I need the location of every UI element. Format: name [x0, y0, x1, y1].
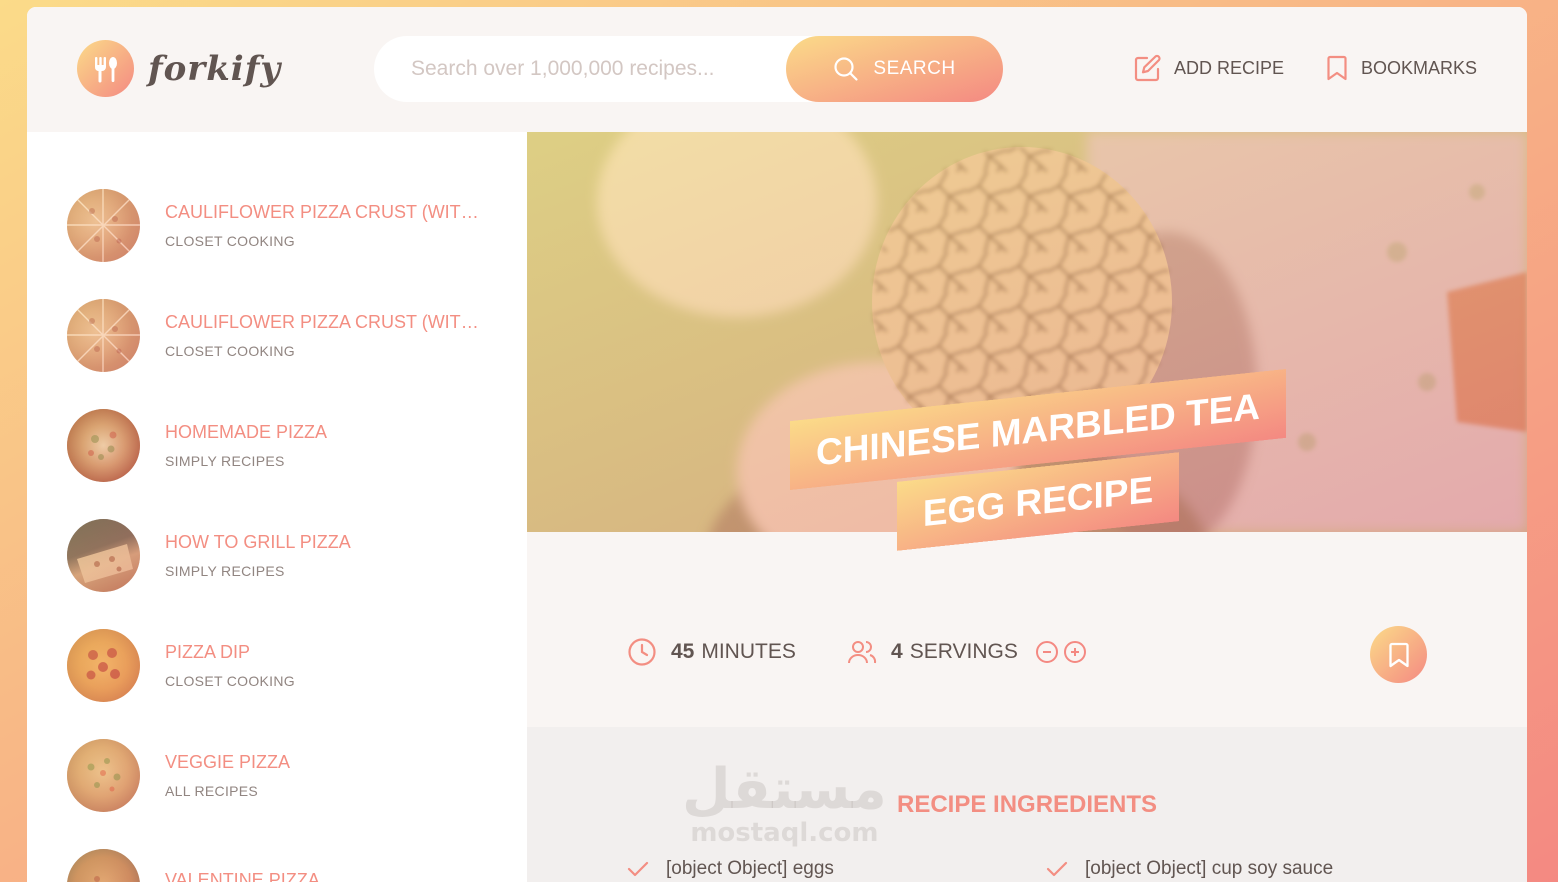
minus-icon [1042, 651, 1051, 653]
edit-icon [1134, 54, 1161, 82]
cooking-time: 45 MINUTES [627, 637, 796, 667]
servings-value: 4 [891, 640, 903, 663]
recipe-thumbnail [67, 738, 140, 812]
add-recipe-button[interactable]: ADD RECIPE [1133, 53, 1284, 83]
check-icon [627, 861, 649, 877]
logo[interactable]: forkify [77, 40, 281, 97]
recipe-thumbnail [67, 188, 140, 262]
result-title: VEGGIE PIZZA [165, 751, 291, 772]
recipe-thumbnail [67, 408, 140, 482]
result-item[interactable]: PIZZA DIP CLOSET COOKING [67, 627, 507, 703]
search-form: SEARCH [374, 36, 1003, 102]
header: forkify SEARCH ADD RECIPE [27, 7, 1527, 132]
bookmark-recipe-button[interactable] [1370, 626, 1427, 683]
result-title: VALENTINE PIZZA [165, 869, 320, 882]
add-recipe-label: ADD RECIPE [1173, 57, 1284, 78]
bookmarks-label: BOOKMARKS [1360, 57, 1477, 78]
bookmark-icon [1388, 642, 1409, 667]
result-publisher: CLOSET COOKING [165, 232, 295, 249]
clock-icon [628, 638, 656, 666]
result-item[interactable]: HOW TO GRILL PIZZA SIMPLY RECIPES [67, 517, 507, 593]
logo-text: forkify [148, 48, 282, 89]
servings: 4 SERVINGS [847, 637, 1086, 667]
search-icon [834, 57, 859, 81]
result-publisher: CLOSET COOKING [165, 672, 295, 689]
plus-icon [1070, 648, 1079, 656]
fork-knife-icon [77, 40, 134, 97]
recipe-view: CHINESE MARBLED TEA EGG RECIPE 45 MINUTE… [527, 132, 1527, 882]
recipe-thumbnail [67, 518, 140, 592]
ingredient-text: [object Object] cup soy sauce [1085, 858, 1334, 879]
recipe-thumbnail [67, 628, 140, 702]
recipe-thumbnail [67, 298, 140, 372]
watermark-logo: مستقل mostaql.com [682, 757, 887, 849]
result-title: CAULIFLOWER PIZZA CRUST (WITH BBQ CHICKE… [165, 201, 485, 222]
ingredient-item: [object Object] eggs [627, 858, 834, 880]
result-title: HOMEMADE PIZZA [165, 421, 328, 442]
result-title: HOW TO GRILL PIZZA [165, 531, 351, 552]
result-item[interactable]: CAULIFLOWER PIZZA CRUST (WITH BBQ CHICKE… [67, 187, 507, 263]
ingredient-text: [object Object] eggs [666, 858, 834, 879]
result-title: CAULIFLOWER PIZZA CRUST (WITH BBQ CHICKE… [165, 311, 485, 332]
recipe-thumbnail [67, 848, 140, 882]
search-results: CAULIFLOWER PIZZA CRUST (WITH BBQ CHICKE… [27, 132, 527, 882]
result-item[interactable]: VALENTINE PIZZA [67, 847, 507, 882]
bookmark-icon [1327, 55, 1347, 81]
users-icon [848, 641, 877, 664]
recipe-ingredients: مستقل mostaql.com RECIPE INGREDIENTS [ob… [527, 727, 1527, 882]
main-nav: ADD RECIPE BOOKMARKS [1133, 53, 1477, 83]
ingredient-item: [object Object] cup soy sauce [1046, 858, 1333, 880]
decrease-servings-button[interactable] [1035, 641, 1058, 663]
servings-unit: SERVINGS [909, 640, 1018, 663]
cooking-time-value: 45 [671, 640, 695, 663]
bookmarks-button[interactable]: BOOKMARKS [1324, 54, 1477, 82]
cooking-time-unit: MINUTES [701, 640, 796, 663]
app-container: forkify SEARCH ADD RECIPE [27, 7, 1527, 882]
result-publisher: SIMPLY RECIPES [165, 562, 285, 579]
result-publisher: SIMPLY RECIPES [165, 452, 285, 469]
result-item[interactable]: VEGGIE PIZZA ALL RECIPES [67, 737, 507, 813]
check-icon [1046, 861, 1068, 877]
result-publisher: ALL RECIPES [165, 782, 259, 799]
search-input[interactable] [411, 57, 771, 81]
result-title: PIZZA DIP [165, 641, 251, 662]
result-item[interactable]: HOMEMADE PIZZA SIMPLY RECIPES [67, 407, 507, 483]
search-button[interactable]: SEARCH [786, 36, 1003, 102]
search-button-label: SEARCH [873, 58, 956, 79]
increase-servings-button[interactable] [1063, 641, 1086, 663]
result-item[interactable]: CAULIFLOWER PIZZA CRUST (WITH BBQ CHICKE… [67, 297, 507, 373]
ingredients-heading: RECIPE INGREDIENTS [897, 791, 1158, 818]
result-publisher: CLOSET COOKING [165, 342, 295, 359]
